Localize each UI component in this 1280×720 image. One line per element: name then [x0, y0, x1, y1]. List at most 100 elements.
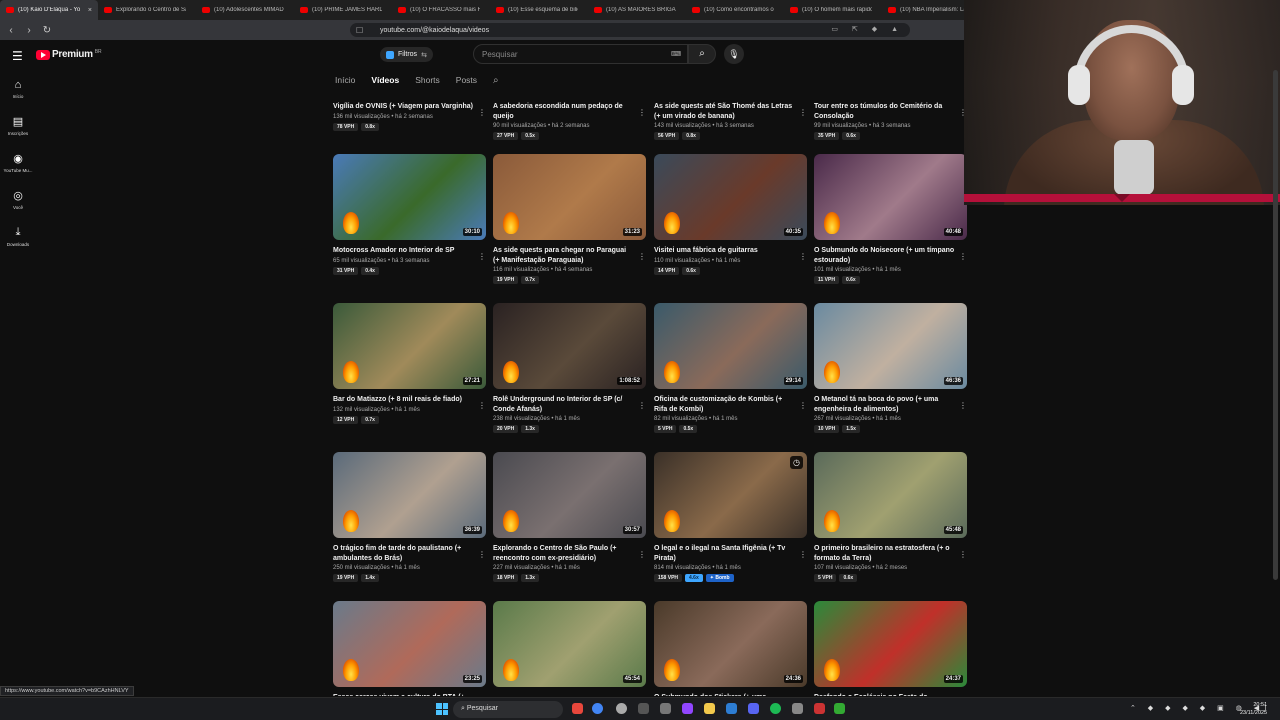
video-thumbnail[interactable]: 30:10	[333, 154, 486, 240]
video-title[interactable]: O legal e o ilegal na Santa Ifigênia (+ …	[654, 544, 807, 563]
more-options-icon[interactable]: ⋮	[638, 401, 646, 410]
discord-icon[interactable]	[748, 703, 759, 714]
chrome-icon[interactable]	[592, 703, 603, 714]
brave-icon[interactable]	[572, 703, 583, 714]
youtube-premium-logo[interactable]: Premium BR	[36, 49, 102, 60]
channel-tab[interactable]: Posts	[456, 75, 477, 85]
bookmark-icon[interactable]: ☐	[356, 26, 363, 35]
app-icon[interactable]	[814, 703, 825, 714]
more-options-icon[interactable]: ⋮	[959, 401, 967, 410]
video-card[interactable]: ⋮ Tour entre os túmulos do Cemitério da C…	[814, 96, 967, 140]
sidebar-item[interactable]: ▤ Inscrições	[0, 107, 36, 144]
browser-tab[interactable]: (10) Como encontramos o	[686, 0, 784, 20]
video-title[interactable]: O Submundo do Noisecore (+ um tímpano es…	[814, 246, 967, 265]
video-thumbnail[interactable]: 36:39	[333, 452, 486, 538]
video-title[interactable]: Essas carcas vivem a cultura do BTA (+	[333, 693, 486, 696]
browser-tab[interactable]: (10) AS MAIORES BRIGAS D	[588, 0, 686, 20]
sidebar-item[interactable]: ◉ YouTube Mu...	[0, 144, 36, 181]
taskbar-clock[interactable]: 20:51 23/11/2025	[1240, 701, 1267, 717]
video-title[interactable]: O Metanol tá na boca do povo (+ uma enge…	[814, 395, 967, 414]
browser-tab[interactable]: (10) PRIME JAMES HARDEN	[294, 0, 392, 20]
browser-tab[interactable]: (10) O FRACASSO mais HYP	[392, 0, 490, 20]
search-button[interactable]: ⌕	[688, 44, 716, 64]
video-card[interactable]: 45:54⋮	[493, 601, 646, 693]
video-card[interactable]: ⋮ As side quests até São Thomé das Letras…	[654, 96, 807, 140]
video-title[interactable]: As side quests para chegar no Paraguai (…	[493, 246, 646, 265]
voice-search-button[interactable]: 🎙	[724, 44, 744, 64]
sidebar-item[interactable]: ⤓ Downloads	[0, 218, 36, 255]
more-options-icon[interactable]: ⋮	[638, 252, 646, 261]
video-card[interactable]: 29:14 ⋮ Oficina de customização de Kombis …	[654, 303, 807, 433]
more-options-icon[interactable]: ⋮	[799, 401, 807, 410]
more-options-icon[interactable]: ⋮	[799, 252, 807, 261]
video-title[interactable]: Bar do Matiazzo (+ 8 mil reais de fiado)	[333, 395, 486, 405]
browser-tab[interactable]: (10) Kaio D'Elaqua - Yo ×	[0, 0, 98, 20]
video-title[interactable]: Rolê Underground no Interior de SP (c/ C…	[493, 395, 646, 414]
twitch-icon[interactable]	[682, 703, 693, 714]
video-card[interactable]: ⋮ A sabedoria escondida num pedaço de que…	[493, 96, 646, 140]
video-card[interactable]: ◷ ⋮ O legal e o ilegal na Santa Ifigênia (…	[654, 452, 807, 582]
browser-tab[interactable]: Explorando o Centro de Sã	[98, 0, 196, 20]
video-thumbnail[interactable]: 46:36	[814, 303, 967, 389]
video-title[interactable]: O primeiro brasileiro na estratosfera (+…	[814, 544, 967, 563]
video-card[interactable]: ⋮ Vigília de OVNIS (+ Viagem para Varginh…	[333, 96, 486, 131]
search-input[interactable]: Pesquisar	[473, 44, 688, 64]
video-title[interactable]: As side quests até São Thomé das Letras …	[654, 102, 807, 121]
video-thumbnail[interactable]: 30:57	[493, 452, 646, 538]
video-title[interactable]: Explorando o Centro de São Paulo (+ reen…	[493, 544, 646, 563]
channel-tab[interactable]: Shorts	[415, 75, 440, 85]
obs-icon[interactable]	[616, 703, 627, 714]
app-icon[interactable]	[660, 703, 671, 714]
video-title[interactable]: Vigília de OVNIS (+ Viagem para Varginha…	[333, 102, 486, 112]
video-title[interactable]: Desfando o Ecoléssia no Festa do Aobless…	[814, 693, 967, 696]
back-icon[interactable]: ‹	[4, 25, 18, 36]
menu-icon[interactable]: ☰	[12, 49, 23, 63]
sidebar-item[interactable]: ◎ Você	[0, 181, 36, 218]
browser-tab[interactable]: (10) Esse esquema de bilio	[490, 0, 588, 20]
forward-icon[interactable]: ›	[22, 25, 36, 36]
video-title[interactable]: O Submundo dos Stickers (+ uma	[654, 693, 807, 696]
video-card[interactable]: 27:21 ⋮ Bar do Matiazzo (+ 8 mil reais de …	[333, 303, 486, 424]
video-thumbnail[interactable]: 45:54	[493, 601, 646, 687]
more-options-icon[interactable]: ⋮	[638, 550, 646, 559]
channel-tab[interactable]: Vídeos	[371, 75, 399, 85]
video-card[interactable]: 31:23 ⋮ As side quests para chegar no Para…	[493, 154, 646, 284]
browser-tab[interactable]: (10) Adolescentes MIMADO	[196, 0, 294, 20]
watch-later-icon[interactable]: ◷	[790, 456, 803, 469]
video-thumbnail[interactable]: 40:48	[814, 154, 967, 240]
more-options-icon[interactable]: ⋮	[478, 108, 486, 117]
app-icon[interactable]	[726, 703, 737, 714]
more-options-icon[interactable]: ⋮	[959, 252, 967, 261]
app-icon[interactable]	[792, 703, 803, 714]
app-icon[interactable]	[638, 703, 649, 714]
video-thumbnail[interactable]: 23:25	[333, 601, 486, 687]
spotify-icon[interactable]	[770, 703, 781, 714]
video-card[interactable]: 45:48 ⋮ O primeiro brasileiro na estratosf…	[814, 452, 967, 582]
url-field[interactable]: ☐ youtube.com/@kaiodelaqua/videos ▭ ⇱ ◆ …	[350, 23, 910, 37]
app-icon[interactable]	[834, 703, 845, 714]
keyboard-icon[interactable]: ⌨	[671, 50, 681, 58]
more-options-icon[interactable]: ⋮	[638, 108, 646, 117]
video-title[interactable]: Visitei uma fábrica de guitarras	[654, 246, 807, 256]
video-thumbnail[interactable]: 45:48	[814, 452, 967, 538]
video-thumbnail[interactable]: 40:35	[654, 154, 807, 240]
video-thumbnail[interactable]: 1:08:52	[493, 303, 646, 389]
video-card[interactable]: 40:48 ⋮ O Submundo do Noisecore (+ um tímp…	[814, 154, 967, 284]
video-title[interactable]: A sabedoria escondida num pedaço de quei…	[493, 102, 646, 121]
reload-icon[interactable]: ↻	[40, 25, 54, 36]
channel-search-icon[interactable]: ⌕	[493, 75, 499, 86]
video-thumbnail[interactable]: 27:21	[333, 303, 486, 389]
video-card[interactable]: 23:25⋮Essas carcas vivem a cultura do BT…	[333, 601, 486, 696]
more-options-icon[interactable]: ⋮	[478, 401, 486, 410]
video-thumbnail[interactable]: ◷	[654, 452, 807, 538]
video-card[interactable]: 30:10 ⋮ Motocross Amador no Interior de SP…	[333, 154, 486, 275]
more-options-icon[interactable]: ⋮	[478, 252, 486, 261]
video-thumbnail[interactable]: 24:36	[654, 601, 807, 687]
filters-button[interactable]: Filtros ⇆	[380, 47, 433, 62]
windows-start-icon[interactable]	[436, 703, 448, 715]
video-title[interactable]: O trágico fim de tarde do paulistano (+ …	[333, 544, 486, 563]
more-options-icon[interactable]: ⋮	[799, 108, 807, 117]
video-card[interactable]: 1:08:52 ⋮ Rolê Underground no Interior de …	[493, 303, 646, 433]
browser-tab[interactable]: (10) O homem mais rápido	[784, 0, 882, 20]
video-thumbnail[interactable]: 24:37	[814, 601, 967, 687]
